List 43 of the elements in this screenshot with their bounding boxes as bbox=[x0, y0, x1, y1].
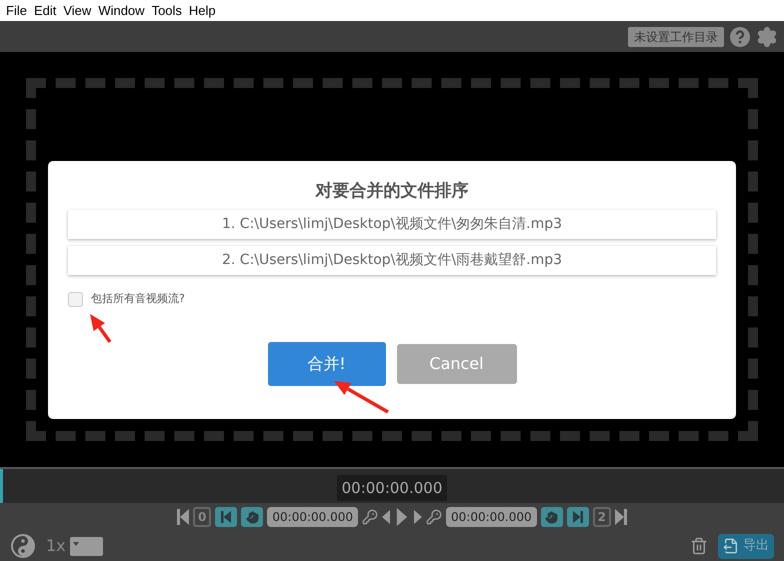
speed-dropdown[interactable] bbox=[70, 536, 103, 556]
menu-item[interactable]: Window bbox=[95, 0, 148, 20]
hand-icon bbox=[246, 510, 259, 524]
previous-frame-icon[interactable] bbox=[382, 510, 390, 524]
caret-icon bbox=[72, 542, 79, 546]
yin-yang-icon[interactable] bbox=[10, 533, 36, 559]
menu-item[interactable]: View bbox=[60, 0, 94, 20]
dialog-title: 对要合并的文件排序 bbox=[316, 183, 468, 200]
timeline-time: 00:00:00.000 bbox=[336, 474, 448, 501]
hand-icon bbox=[545, 510, 558, 524]
settings-icon[interactable] bbox=[756, 26, 778, 48]
annotation-arrow bbox=[334, 381, 389, 414]
key-icon[interactable] bbox=[362, 509, 378, 525]
file-row[interactable]: 1. C:\Users\limj\Desktop\视频文件\匆匆朱自清.mp3 bbox=[68, 210, 716, 239]
skip-forward-icon bbox=[572, 511, 583, 523]
streams-checkbox[interactable] bbox=[68, 292, 83, 307]
end-time-field[interactable]: 00:00:00.000 bbox=[446, 507, 537, 527]
skip-back-icon bbox=[221, 511, 232, 523]
set-end-button[interactable] bbox=[540, 507, 563, 527]
menu-item[interactable]: Tools bbox=[148, 0, 185, 20]
merge-button[interactable]: 合并! bbox=[268, 342, 386, 386]
annotation-arrow bbox=[90, 314, 112, 344]
speed-label: 1x bbox=[46, 535, 66, 557]
menu-item[interactable]: File bbox=[3, 0, 30, 20]
workdir-button[interactable]: 未设置工作目录 bbox=[628, 26, 724, 46]
key-icon[interactable] bbox=[426, 509, 442, 525]
jump-start-icon[interactable] bbox=[177, 509, 190, 525]
streams-label: 包括所有音视频流? bbox=[91, 291, 185, 307]
file-row[interactable]: 2. C:\Users\limj\Desktop\视频文件\雨巷戴望舒.mp3 bbox=[68, 246, 716, 275]
end-marker[interactable]: 2 bbox=[592, 507, 611, 527]
jump-end-icon[interactable] bbox=[614, 509, 627, 525]
set-start-button[interactable] bbox=[241, 507, 264, 527]
start-marker[interactable]: 0 bbox=[193, 507, 212, 527]
next-frame-icon[interactable] bbox=[414, 510, 422, 524]
help-icon[interactable] bbox=[730, 26, 750, 46]
play-icon[interactable] bbox=[394, 508, 410, 526]
menu-item[interactable]: Help bbox=[186, 0, 219, 20]
start-time-field[interactable]: 00:00:00.000 bbox=[267, 507, 358, 527]
go-to-end-button[interactable] bbox=[566, 507, 589, 527]
go-to-start-button[interactable] bbox=[215, 507, 238, 527]
trash-icon[interactable] bbox=[690, 537, 708, 555]
file-export-icon bbox=[723, 538, 739, 554]
menu-item[interactable]: Edit bbox=[30, 0, 60, 20]
